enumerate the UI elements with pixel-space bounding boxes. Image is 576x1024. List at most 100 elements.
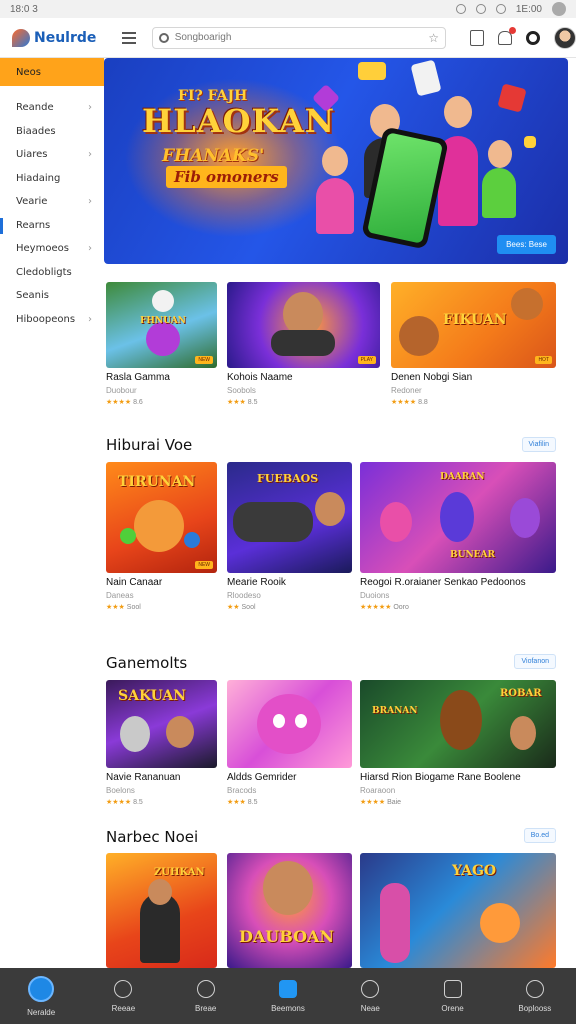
nav-search[interactable]: Reeae (82, 968, 164, 1024)
nav-favorites[interactable]: Breae (165, 968, 247, 1024)
status-avatar (552, 2, 566, 16)
account-ring-icon[interactable] (526, 30, 540, 45)
rating-label: 8.5 (133, 799, 143, 806)
search-input[interactable]: Songboarigh ☆ (151, 26, 446, 49)
thumbnail-title: BRANAN (372, 706, 418, 716)
card-title: Rasla Gamma (106, 372, 170, 383)
nav-profile[interactable]: Boplooss (494, 968, 576, 1024)
thumbnail-title: ZUHKAN (154, 867, 205, 878)
game-card[interactable]: FIKUAN HOT Denen Nobgi Sian Redoner ★★★★… (391, 282, 556, 406)
sidebar-item-neos[interactable]: Neos (0, 58, 104, 86)
battery-text: 1E:00 (515, 3, 542, 15)
chevron-right-icon: › (88, 243, 92, 255)
thumbnail-title: DAUBOAN (239, 927, 335, 946)
sidebar-item-hiadaing[interactable]: Hiadaing (0, 167, 104, 191)
thumbnail-tag: PLAY (357, 356, 376, 364)
user-avatar[interactable] (554, 26, 576, 49)
hero-cta-button[interactable]: Bees: Bese (497, 235, 556, 254)
sidebar-item-hiboopeons[interactable]: Hiboopeons › (0, 308, 104, 332)
nav-home[interactable]: Neralde (0, 968, 82, 1024)
bookmark-icon[interactable] (470, 29, 484, 46)
notification-bell-icon[interactable] (498, 26, 516, 45)
chevron-right-icon: › (88, 149, 92, 161)
nav-label: Reeae (111, 1003, 136, 1013)
character-face (166, 716, 194, 748)
card-title: Reogoi R.oraianer Senkao Pedoonos (360, 577, 526, 588)
rating-stars: ★★★★ (106, 799, 132, 806)
hamburger-menu-button[interactable] (116, 25, 141, 51)
character-eye (295, 714, 307, 728)
game-thumbnail: TIRUNAN NEW (106, 462, 217, 573)
player-boy-right (482, 168, 516, 218)
thumbnail-title: TIRUNAN (118, 474, 196, 490)
rating-label: 8.8 (418, 399, 428, 406)
chevron-right-icon: › (88, 313, 92, 325)
sidebar-item-label: Hiboopeons (16, 313, 76, 325)
home-icon (28, 975, 55, 1002)
rating-stars: ★★★ (227, 799, 246, 806)
game-card[interactable]: PLAY Kohois Naame Soobols ★★★ 8.5 (227, 282, 380, 406)
game-card[interactable]: SAKUAN Navie Rananuan Boelons ★★★★ 8.5 (106, 680, 217, 806)
character-face (315, 492, 345, 526)
game-card[interactable]: TIRUNAN NEW Nain Canaar Daneas ★★★ Sool (106, 462, 217, 611)
logo-mark-icon (12, 28, 30, 47)
thumbnail-title: SAKUAN (118, 688, 187, 704)
sidebar-item-uiares[interactable]: Uiares › (0, 143, 104, 167)
sidebar-item-reande[interactable]: Reande › (0, 96, 104, 120)
thumbnail-title: DAARAN (440, 472, 485, 482)
favorite-star-icon[interactable]: ☆ (428, 31, 439, 45)
sidebar-item-rearns[interactable]: Rearns (0, 214, 104, 238)
character-blob (440, 492, 474, 542)
hero-subtitle: FHANAKS' (162, 146, 265, 166)
search-placeholder: Songboarigh (174, 32, 232, 43)
card-subtitle: Rloodeso (227, 591, 261, 600)
game-thumbnail: YAGO (360, 853, 556, 968)
nav-label: Beemons (271, 1003, 305, 1013)
page-icon (443, 979, 462, 998)
sidebar-item-seanis[interactable]: Seanis (0, 284, 104, 308)
card-rating: ★★★ 8.5 (227, 798, 352, 806)
game-card[interactable]: ZUHKAN (106, 853, 217, 968)
section-title: Narbec Noei (106, 828, 199, 846)
view-all-button[interactable]: Bo.ed (523, 828, 556, 843)
view-all-button[interactable]: Viofanon (514, 654, 556, 669)
game-card[interactable]: BRANAN ROBAR Hiarsd Rion Biogame Rane Bo… (360, 680, 556, 806)
thumbnail-title: FIKUAN (443, 312, 507, 328)
character-blob (380, 883, 410, 963)
character-blob (440, 690, 482, 750)
sidebar-item-vearie[interactable]: Vearie › (0, 190, 104, 214)
sidebar-item-label: Vearie (16, 196, 48, 208)
view-all-button[interactable]: Viafilin (521, 437, 556, 452)
thumbnail-title: BUNEAR (450, 550, 496, 560)
nav-store[interactable]: Beemons (247, 968, 329, 1024)
game-card[interactable]: DAUBOAN (227, 853, 352, 968)
game-card[interactable]: Aldds Gemrider Bracods ★★★ 8.5 (227, 680, 352, 806)
game-card[interactable]: DAARAN BUNEAR Reogoi R.oraianer Senkao P… (360, 462, 556, 611)
card-rating: ★★★★★ Ooro (360, 603, 556, 611)
card-rating: ★★★ 8.5 (227, 398, 380, 406)
game-card[interactable]: FHNUAN NEW Rasla Gamma Duobour ★★★★ 8.6 (106, 282, 217, 406)
rating-label: Baie (387, 799, 402, 806)
settings-status-icon (455, 4, 466, 14)
sidebar-item-heymoeos[interactable]: Heymoeos › (0, 237, 104, 261)
hero-banner[interactable]: FI? FAJH HLAOKAN FHANAKS' Fib omoners Be… (104, 58, 568, 264)
card-title: Navie Rananuan (106, 772, 181, 783)
rating-label: Sool (241, 604, 256, 611)
game-card[interactable]: FUEBAOS Mearie Rooik Rloodeso ★★ Sool (227, 462, 352, 611)
app-logo[interactable]: Neulrde (12, 28, 100, 47)
card-subtitle: Soobols (227, 386, 256, 395)
sidebar-item-cledobligts[interactable]: Cledobligts (0, 261, 104, 285)
game-card[interactable]: YAGO (360, 853, 556, 968)
character-face (148, 879, 172, 905)
sidebar-item-biaades[interactable]: Biaades (0, 120, 104, 144)
character-face (510, 716, 536, 750)
game-thumbnail: SAKUAN (106, 680, 217, 768)
store-icon (278, 979, 297, 998)
card-rating: ★★★★ 8.8 (391, 398, 556, 406)
rating-label: 8.6 (133, 399, 143, 406)
nav-starred[interactable]: Neae (329, 968, 411, 1024)
nav-pages[interactable]: Orene (411, 968, 493, 1024)
profile-icon (525, 979, 544, 998)
search-icon (114, 979, 133, 998)
character-blob (480, 903, 520, 943)
